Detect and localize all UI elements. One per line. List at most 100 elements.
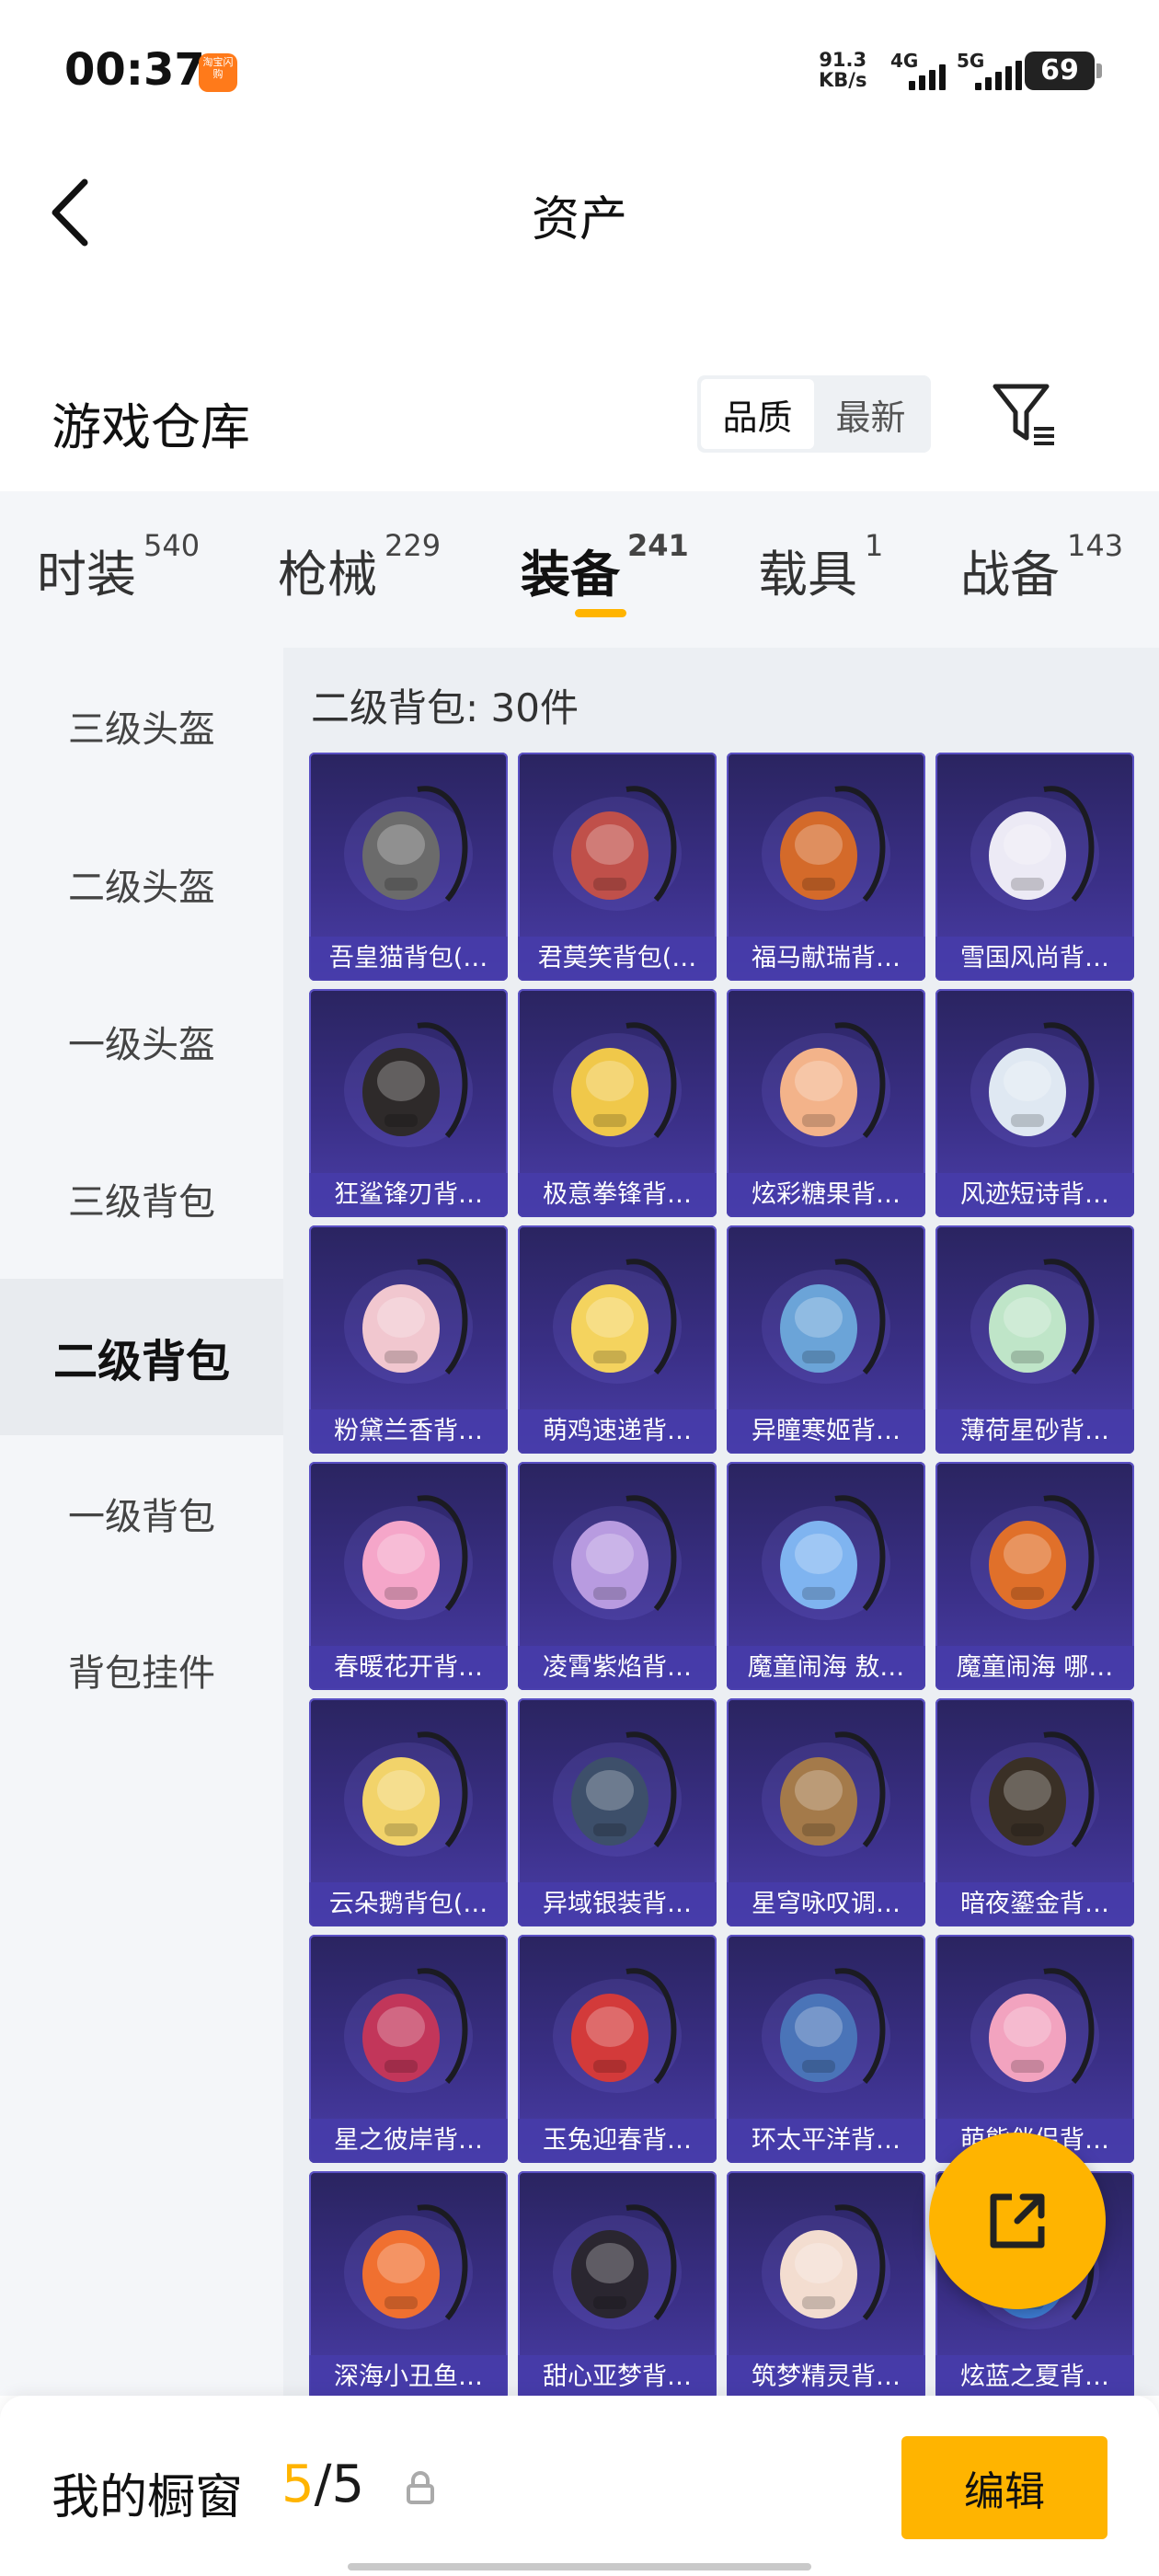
heart-backpack-icon [553, 2204, 682, 2329]
filter-icon [993, 384, 1054, 445]
item-card[interactable]: 魔童闹海 哪… [935, 1462, 1134, 1690]
active-tab-indicator [575, 609, 626, 617]
item-name: 玉兔迎春背… [518, 2119, 717, 2163]
item-name: 魔童闹海 哪… [935, 1646, 1134, 1690]
item-name: 暗夜鎏金背… [935, 1882, 1134, 1926]
item-name: 薄荷星砂背… [935, 1409, 1134, 1454]
shark-backpack-icon [344, 1022, 473, 1147]
item-card[interactable]: 极意拳锋背… [518, 989, 717, 1217]
tech-backpack-icon [762, 1259, 890, 1384]
item-name: 筑梦精灵背… [727, 2355, 925, 2399]
item-name: 萌鸡速递背… [518, 1409, 717, 1454]
item-card[interactable]: 暗夜鎏金背… [935, 1698, 1134, 1926]
item-card[interactable]: 风迹短诗背… [935, 989, 1134, 1217]
item-card[interactable]: 魔童闹海 敖… [727, 1462, 925, 1690]
butterfly-backpack-icon [344, 1495, 473, 1620]
item-name: 君莫笑背包(… [518, 937, 717, 981]
item-card[interactable]: 福马献瑞背… [727, 753, 925, 981]
page-title: 资产 [531, 192, 627, 247]
showcase-count: 5/5 [281, 2455, 365, 2514]
item-card[interactable]: 甜心亚梦背… [518, 2171, 717, 2399]
sidebar-item-lvl1-helmet[interactable]: 一级头盔 [0, 963, 283, 1120]
item-name: 风迹短诗背… [935, 1173, 1134, 1217]
snowman-backpack-icon [970, 786, 1099, 911]
tab-count: 143 [1067, 528, 1124, 563]
item-card[interactable]: 环太平洋背… [727, 1935, 925, 2163]
chick-backpack-icon [553, 1259, 682, 1384]
item-card[interactable]: 凌霄紫焰背… [518, 1462, 717, 1690]
status-time: 00:37 [64, 44, 205, 96]
item-card[interactable]: 君莫笑背包(… [518, 753, 717, 981]
home-indicator [348, 2563, 811, 2570]
item-name: 狂鲨锋刃背… [309, 1173, 508, 1217]
item-card[interactable]: 星之彼岸背… [309, 1935, 508, 2163]
item-name: 环太平洋背… [727, 2119, 925, 2163]
item-name: 甜心亚梦背… [518, 2355, 717, 2399]
sort-newest-option[interactable]: 最新 [814, 379, 927, 449]
item-card[interactable]: 吾皇猫背包(… [309, 753, 508, 981]
item-card[interactable]: 筑梦精灵背… [727, 2171, 925, 2399]
tab-vehicles[interactable]: 载具 1 [758, 528, 883, 606]
item-card[interactable]: 深海小丑鱼… [309, 2171, 508, 2399]
signal-bars-2-icon [975, 57, 1022, 90]
item-card[interactable]: 炫彩糖果背… [727, 989, 925, 1217]
bear-backpack-icon [970, 1968, 1099, 2093]
edit-button[interactable]: 编辑 [901, 2436, 1107, 2539]
tab-count: 540 [143, 528, 201, 563]
sidebar-item-lvl3-backpack[interactable]: 三级背包 [0, 1121, 283, 1277]
fairy-backpack-icon [762, 2204, 890, 2329]
tab-equipment[interactable]: 装备 241 [521, 528, 689, 606]
item-card[interactable]: 星穹咏叹调… [727, 1698, 925, 1926]
item-card[interactable]: 萌熊伴侣背… [935, 1935, 1134, 2163]
item-name: 极意拳锋背… [518, 1173, 717, 1217]
item-card[interactable]: 玉兔迎春背… [518, 1935, 717, 2163]
item-card[interactable]: 薄荷星砂背… [935, 1225, 1134, 1454]
item-name: 吾皇猫背包(… [309, 937, 508, 981]
space-backpack-icon [344, 1968, 473, 2093]
subcategory-sidebar: 三级头盔 二级头盔 一级头盔 三级背包 二级背包 一级背包 背包挂件 [0, 648, 283, 2396]
item-name: 魔童闹海 敖… [727, 1646, 925, 1690]
status-bar: 00:37 淘宝闪购 91.3 KB/s 4G 5G 69 [0, 0, 1159, 138]
rabbit-backpack-icon [553, 1968, 682, 2093]
sidebar-item-backpack-charms[interactable]: 背包挂件 [0, 1592, 283, 1748]
item-name: 福马献瑞背… [727, 937, 925, 981]
tab-count: 1 [865, 528, 884, 563]
horse-backpack-icon [762, 786, 890, 911]
lock-icon [407, 2471, 434, 2504]
purple-flame-backpack-icon [553, 1495, 682, 1620]
cat-backpack-icon [344, 786, 473, 911]
sidebar-item-lvl2-helmet[interactable]: 二级头盔 [0, 806, 283, 962]
item-card[interactable]: 云朵鹅背包(… [309, 1698, 508, 1926]
item-name: 凌霄紫焰背… [518, 1646, 717, 1690]
item-card[interactable]: 萌鸡速递背… [518, 1225, 717, 1454]
tab-supplies[interactable]: 战备 143 [960, 528, 1123, 606]
goose-backpack-icon [344, 1731, 473, 1857]
app-notification-icon: 淘宝闪购 [199, 53, 237, 92]
mint-backpack-icon [970, 1259, 1099, 1384]
share-button[interactable] [929, 2133, 1106, 2309]
tab-fashion[interactable]: 时装 540 [37, 528, 200, 606]
item-name: 星穹咏叹调… [727, 1882, 925, 1926]
sidebar-item-lvl3-helmet[interactable]: 三级头盔 [0, 648, 283, 804]
tab-count: 229 [384, 528, 442, 563]
item-name: 云朵鹅背包(… [309, 1882, 508, 1926]
item-name: 异域银装背… [518, 1882, 717, 1926]
tab-firearms[interactable]: 枪械 229 [278, 528, 441, 606]
item-card[interactable]: 异域银装背… [518, 1698, 717, 1926]
item-card[interactable]: 春暖花开背… [309, 1462, 508, 1690]
filter-button[interactable] [990, 381, 1060, 449]
sort-quality-option[interactable]: 品质 [701, 379, 814, 449]
silver-backpack-icon [553, 1731, 682, 1857]
sidebar-item-lvl2-backpack[interactable]: 二级背包 [0, 1279, 283, 1435]
sidebar-item-lvl1-backpack[interactable]: 一级背包 [0, 1435, 283, 1592]
tab-count: 241 [627, 528, 689, 563]
item-card[interactable]: 狂鲨锋刃背… [309, 989, 508, 1217]
item-name: 深海小丑鱼… [309, 2355, 508, 2399]
item-card[interactable]: 雪国风尚背… [935, 753, 1134, 981]
item-card[interactable]: 异瞳寒姬背… [727, 1225, 925, 1454]
item-card[interactable]: 粉黛兰香背… [309, 1225, 508, 1454]
sort-toggle: 品质 最新 [697, 375, 931, 453]
orb-pendant-icon [762, 1495, 890, 1620]
item-name: 春暖花开背… [309, 1646, 508, 1690]
bronze-backpack-icon [762, 1731, 890, 1857]
